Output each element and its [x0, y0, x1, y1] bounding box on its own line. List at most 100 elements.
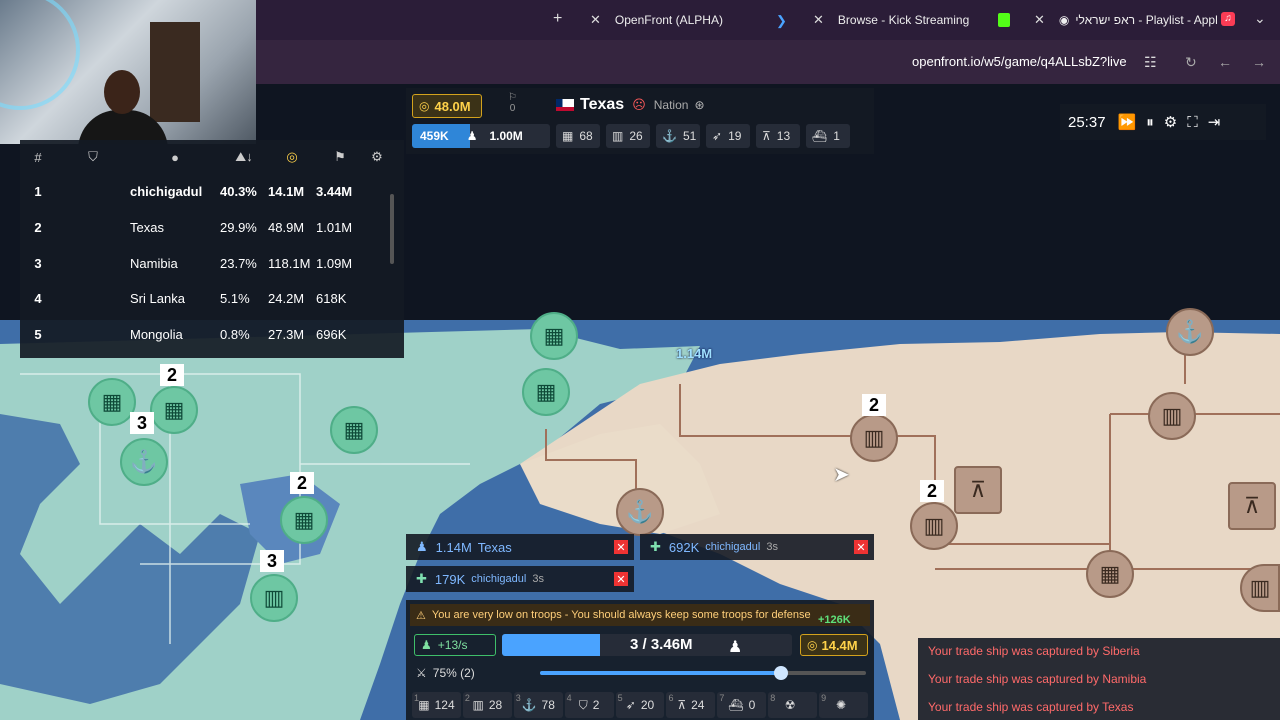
settings-header[interactable]: ⚙: [364, 140, 390, 174]
tab-list-chevron-icon[interactable]: ⌄: [1254, 10, 1266, 27]
build-button[interactable]: 1 ▦ 124: [412, 692, 461, 718]
city-icon[interactable]: ▦: [280, 496, 328, 544]
city-icon[interactable]: ▦: [1086, 550, 1134, 598]
troops-header[interactable]: ⚑: [316, 140, 364, 174]
warning-icon: ⚠: [416, 609, 426, 622]
outgoing-attack-event[interactable]: ✚ 179K chichigadul 3s ✕: [406, 566, 634, 592]
event-message: Your trade ship was captured by Texas: [928, 700, 1134, 714]
territory-cell: 5.1%: [220, 291, 250, 307]
build-button[interactable]: 2 ▥ 28: [462, 692, 512, 718]
factory-icon[interactable]: ▥: [910, 502, 958, 550]
build-button[interactable]: 9 ✺: [819, 692, 869, 718]
event-message: Your trade ship was captured by Namibia: [928, 672, 1147, 686]
close-icon[interactable]: ✕: [614, 572, 628, 586]
hydrogen-bomb-icon: ✺: [836, 698, 847, 712]
troops-cell: 1.09M: [316, 255, 353, 271]
city-icon[interactable]: ▦: [530, 312, 578, 360]
event-troops: 692K: [668, 539, 700, 555]
event-time: 3s: [766, 541, 778, 553]
build-button[interactable]: 8 ☢: [768, 692, 818, 718]
fast-forward-icon[interactable]: ⏩: [1118, 113, 1137, 131]
low-troops-warning: ⚠ You are very low on troops - You shoul…: [410, 604, 870, 626]
warships-stat: ⛴ 1: [806, 124, 850, 148]
reload-icon[interactable]: ↻: [1185, 54, 1197, 71]
port-icon[interactable]: ⚓: [1166, 308, 1214, 356]
attack-ratio-slider[interactable]: [540, 666, 866, 680]
gold-header[interactable]: ◎: [268, 140, 316, 174]
port-icon[interactable]: ⚓: [120, 438, 168, 486]
build-button[interactable]: 4 ⛉ 2: [564, 692, 614, 718]
close-icon[interactable]: ✕: [614, 540, 628, 554]
sam-launcher-icon[interactable]: ⊼: [1228, 482, 1276, 530]
tab-kick[interactable]: ✕ Browse - Kick Streaming: [813, 8, 969, 32]
gold-icon: ◎: [286, 149, 298, 164]
event-time: 3s: [532, 573, 544, 585]
close-icon[interactable]: ✕: [1034, 12, 1045, 28]
hotkey-label: 3: [515, 693, 521, 703]
tab-openfront[interactable]: ✕ OpenFront (ALPHA): [590, 8, 723, 32]
table-row[interactable]: 3 Namibia 23.7% 118.1M 1.09M: [20, 245, 390, 281]
url-field[interactable]: openfront.io/w5/game/q4ALLsbZ?live: [912, 54, 1127, 69]
player-title: Texas ☹ Nation ⊛: [556, 96, 705, 114]
factory-icon[interactable]: ▥: [1148, 392, 1196, 440]
city-icon[interactable]: ▦: [88, 378, 136, 426]
exit-icon[interactable]: ⇥: [1208, 113, 1221, 131]
close-icon[interactable]: ✕: [854, 540, 868, 554]
factory-icon[interactable]: ▥: [250, 574, 298, 622]
build-count: 78: [541, 698, 555, 712]
build-button[interactable]: 6 ⊼ 24: [666, 692, 716, 718]
territory-cell: 40.3%: [220, 184, 257, 200]
alliance-icon: ⚐: [508, 92, 517, 103]
incoming-attack-event[interactable]: ♟ 1.14M Texas ✕: [406, 534, 634, 560]
city-icon[interactable]: ▦: [330, 406, 378, 454]
gear-icon[interactable]: ⚙: [1164, 113, 1177, 131]
leaderboard-header: # ⛉ ● ⛰↓ ◎ ⚑ ⚙: [20, 140, 390, 174]
close-icon[interactable]: ✕: [590, 12, 601, 28]
new-tab-button[interactable]: +: [553, 10, 562, 28]
table-row[interactable]: 2 Texas 29.9% 48.9M 1.01M: [20, 210, 390, 246]
city-icon[interactable]: ▦: [150, 386, 198, 434]
slider-handle[interactable]: [774, 666, 789, 680]
back-icon[interactable]: ←: [1218, 54, 1232, 70]
close-icon[interactable]: ✕: [813, 12, 824, 28]
cities-stat: ▦ 68: [556, 124, 600, 148]
factory-icon[interactable]: ▥: [1240, 564, 1280, 612]
city-icon: ▦: [418, 698, 430, 712]
table-row[interactable]: 5 Mongolia 0.8% 27.3M 696K: [20, 317, 390, 353]
fullscreen-icon[interactable]: ⛶: [1187, 114, 1198, 131]
table-row[interactable]: 4 Sri Lanka 5.1% 24.2M 618K: [20, 281, 390, 317]
player-name-cell: Sri Lanka: [130, 291, 185, 307]
gold-cell: 27.3M: [268, 327, 305, 343]
map-troop-label: 1.14M: [676, 346, 713, 361]
outgoing-attack-event[interactable]: ✚ 692K chichigadul 3s ✕: [640, 534, 874, 560]
tab-label: Browse - Kick Streaming: [837, 13, 970, 27]
player-header[interactable]: ●: [130, 140, 220, 174]
hotkey-label: 6: [668, 693, 674, 703]
angry-face-icon: ☹: [632, 97, 646, 112]
factories-count: 26: [629, 129, 643, 143]
defense-post-icon: ⛉: [578, 697, 588, 712]
forward-icon[interactable]: →: [1252, 54, 1266, 70]
tab-apple-music[interactable]: ✕ ◉ ראפ ישראלי - Playlist - Appl: [1034, 8, 1218, 32]
troops-icon: ⚑: [334, 149, 346, 164]
hotkey-label: 5: [617, 693, 623, 703]
territory-header[interactable]: ⛰↓: [220, 140, 268, 174]
info-icon[interactable]: ⊛: [694, 98, 704, 112]
factory-icon[interactable]: ▥: [850, 414, 898, 462]
build-button[interactable]: 3 ⚓ 78: [513, 692, 563, 718]
missile-silos-count: 19: [728, 129, 742, 143]
site-settings-icon[interactable]: ☷: [1144, 54, 1157, 71]
table-row[interactable]: 1 chichigadul 40.3% 14.1M 3.44M: [20, 174, 390, 210]
leaderboard-panel: # ⛉ ● ⛰↓ ◎ ⚑ ⚙ 1 chichigadul 40.3% 14.1M…: [20, 140, 404, 358]
flag-header[interactable]: ⛉: [56, 140, 130, 174]
city-icon[interactable]: ▦: [522, 368, 570, 416]
port-icon[interactable]: ⚓: [616, 488, 664, 536]
troops-cell: 696K: [316, 327, 347, 343]
pause-icon[interactable]: ⏸: [1146, 114, 1154, 131]
build-button[interactable]: 7 ⛴ 0: [717, 692, 767, 718]
leaderboard-scrollbar[interactable]: [390, 194, 394, 264]
build-button[interactable]: 5 ➶ 20: [615, 692, 665, 718]
sam-launcher-icon[interactable]: ⊼: [954, 466, 1002, 514]
troop-capacity-fill: [502, 634, 600, 656]
level-badge-icon: 2: [160, 364, 184, 386]
